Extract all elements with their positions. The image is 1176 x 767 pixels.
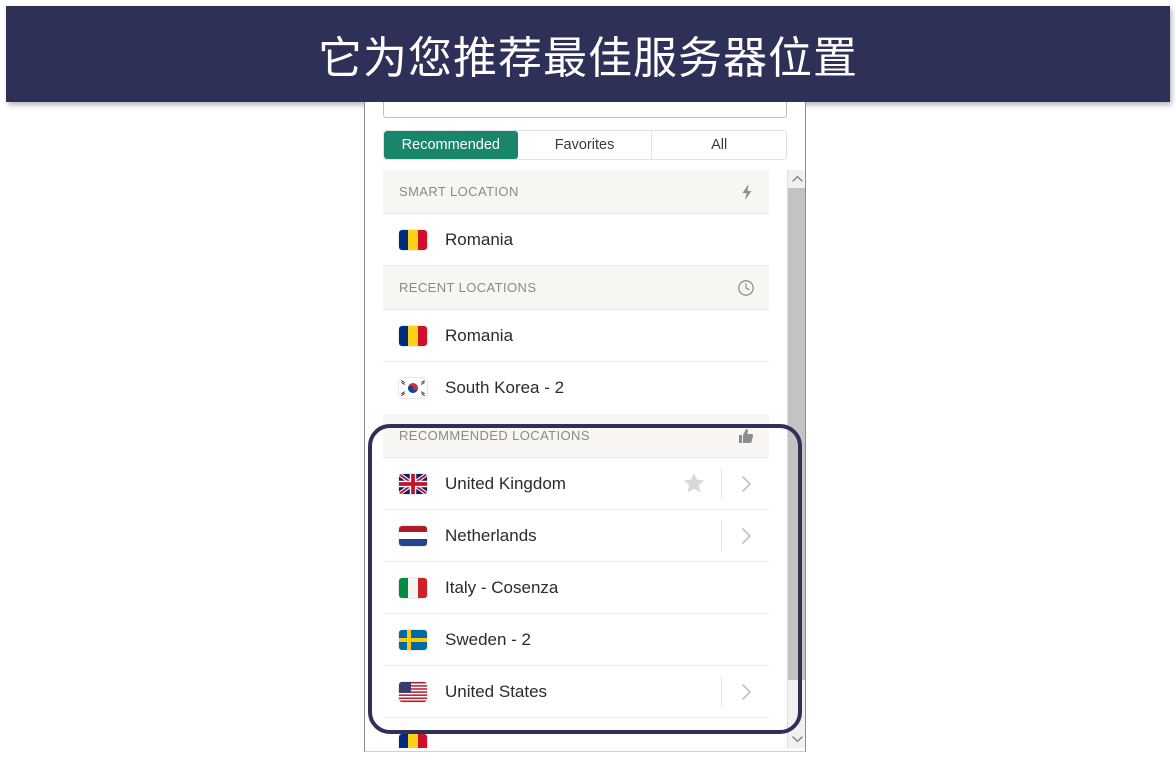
section-title: RECENT LOCATIONS	[399, 280, 537, 295]
tab-favorites[interactable]: Favorites	[517, 131, 653, 159]
tab-recommended-label: Recommended	[401, 137, 500, 153]
banner: 它为您推荐最佳服务器位置	[6, 6, 1170, 102]
list-item[interactable]: Romania	[383, 310, 769, 362]
flag-netherlands-icon	[399, 525, 427, 546]
lightning-bolt-icon	[739, 183, 755, 201]
thumbs-up-icon	[737, 427, 755, 445]
list-item[interactable]: South Korea - 2	[383, 362, 769, 414]
location-list: SMART LOCATION Romania RECENT LOCATIONS …	[383, 170, 769, 748]
tab-recommended[interactable]: Recommended	[384, 131, 518, 159]
chevron-right-icon[interactable]	[721, 520, 769, 551]
favorite-star-icon[interactable]	[667, 472, 721, 495]
tab-all-label: All	[711, 137, 728, 153]
section-header-smart-location: SMART LOCATION	[383, 170, 769, 214]
list-item[interactable]: United Kingdom	[383, 458, 769, 510]
location-scroll-area: SMART LOCATION Romania RECENT LOCATIONS …	[383, 170, 787, 748]
row-actions	[661, 562, 769, 613]
tab-all[interactable]: All	[652, 131, 786, 159]
tab-favorites-label: Favorites	[554, 137, 615, 153]
screenshot-root: 它为您推荐最佳服务器位置 Recommended Favorites All S…	[0, 0, 1176, 767]
flag-sweden-icon	[399, 629, 427, 650]
chevron-right-icon[interactable]	[721, 468, 769, 499]
flag-romania-icon	[399, 733, 427, 748]
row-actions	[661, 614, 769, 665]
vpn-location-panel: Recommended Favorites All SMART LOCATION	[364, 102, 806, 752]
banner-title: 它为您推荐最佳服务器位置	[318, 33, 858, 84]
location-name: United States	[445, 681, 548, 701]
flag-south-korea-icon	[399, 378, 427, 398]
list-item[interactable]: Romania	[383, 214, 769, 266]
location-name: Romania	[445, 325, 514, 345]
flag-romania-icon	[399, 229, 427, 250]
list-item[interactable]: United States	[383, 666, 769, 718]
location-tabs: Recommended Favorites All	[383, 130, 787, 160]
scroll-up-button[interactable]	[788, 170, 805, 188]
section-header-recommended-locations: RECOMMENDED LOCATIONS	[383, 414, 769, 458]
clock-icon	[737, 279, 755, 297]
location-name: United Kingdom	[445, 473, 566, 493]
location-name: Netherlands	[445, 525, 537, 545]
row-actions	[661, 214, 769, 265]
list-item[interactable]	[383, 718, 769, 748]
scrollbar-thumb[interactable]	[788, 188, 805, 680]
row-actions	[661, 718, 769, 748]
location-name: Sweden - 2	[445, 629, 531, 649]
scroll-down-button[interactable]	[788, 730, 805, 748]
section-title: SMART LOCATION	[399, 184, 519, 199]
location-name: South Korea - 2	[445, 378, 565, 397]
flag-united-kingdom-icon	[399, 473, 427, 494]
list-item[interactable]: Netherlands	[383, 510, 769, 562]
row-actions	[667, 458, 769, 509]
row-actions	[667, 510, 769, 561]
row-actions	[661, 362, 769, 414]
flag-italy-icon	[399, 577, 427, 598]
chevron-right-icon[interactable]	[721, 676, 769, 707]
section-header-recent-locations: RECENT LOCATIONS	[383, 266, 769, 310]
location-name: Italy - Cosenza	[445, 577, 559, 597]
flag-romania-icon	[399, 325, 427, 346]
section-title: RECOMMENDED LOCATIONS	[399, 428, 590, 443]
list-item[interactable]: Sweden - 2	[383, 614, 769, 666]
list-item[interactable]: Italy - Cosenza	[383, 562, 769, 614]
vertical-scrollbar[interactable]	[787, 170, 805, 748]
search-input[interactable]	[383, 102, 787, 118]
row-actions	[667, 666, 769, 717]
location-name: Romania	[445, 229, 514, 249]
row-actions	[661, 310, 769, 361]
flag-united-states-icon	[399, 681, 427, 702]
